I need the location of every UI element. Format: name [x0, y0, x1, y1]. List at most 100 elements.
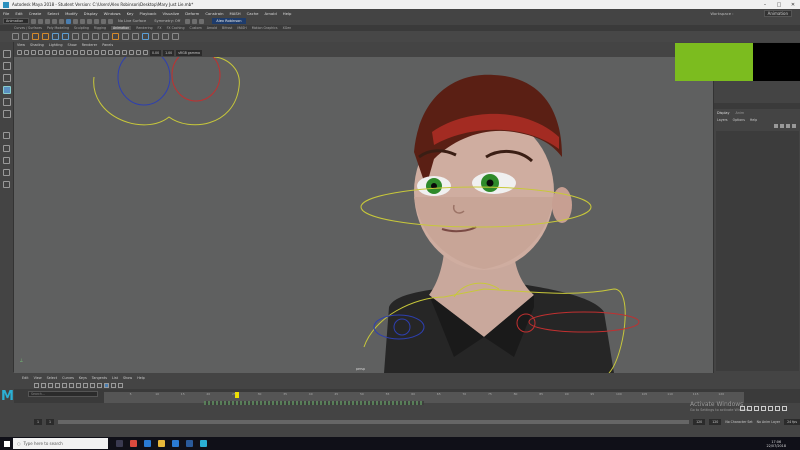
paint-select-icon[interactable] [3, 74, 11, 82]
layer-list[interactable] [716, 131, 799, 371]
cluster-icon[interactable] [72, 33, 79, 40]
flat-tangent-icon[interactable] [90, 382, 95, 388]
film-gate-icon[interactable] [52, 50, 57, 55]
menu-mash[interactable]: MASH [230, 11, 241, 16]
options-menu[interactable]: Options [733, 118, 745, 122]
help-menu[interactable]: Help [750, 118, 757, 122]
system-clock[interactable]: 17:06 22/07/2018 [766, 440, 786, 448]
layout-icon[interactable] [3, 157, 10, 164]
wireframe-on-shaded-icon[interactable] [101, 50, 106, 55]
shelf-tab[interactable]: Arnold [207, 26, 217, 30]
taskbar-search[interactable]: ○ Type here to search [13, 438, 108, 449]
snap-curve-icon[interactable] [94, 18, 99, 24]
menu-select[interactable]: Select [47, 11, 59, 16]
undo-icon[interactable] [52, 18, 57, 24]
step-back-frame-icon[interactable] [754, 406, 759, 411]
shelf-tab[interactable]: FX Caching [167, 26, 185, 30]
playback-start-field[interactable]: 1 [46, 419, 55, 425]
insert-key-icon[interactable] [41, 382, 46, 388]
ghost-icon[interactable] [132, 33, 139, 40]
workspace-dropdown[interactable]: Animation [763, 9, 792, 17]
joint-tool-icon[interactable] [62, 33, 69, 40]
menu-key[interactable]: Key [127, 11, 134, 16]
menu-constrain[interactable]: Constrain [205, 11, 223, 16]
snap-grid-icon[interactable] [87, 18, 92, 24]
playblast-icon[interactable] [142, 33, 149, 40]
time-editor-icon[interactable] [162, 33, 169, 40]
graph-menu-select[interactable]: Select [47, 376, 57, 380]
render-icon[interactable] [185, 18, 191, 24]
shelf-tab[interactable]: Bifrost [222, 26, 232, 30]
fps-dropdown[interactable]: 24 fps [784, 419, 800, 425]
menu-playback[interactable]: Playback [140, 11, 157, 16]
linear-tangent-icon[interactable] [83, 382, 88, 388]
smooth-shade-icon[interactable] [94, 50, 99, 55]
graph-menu-tangents[interactable]: Tangents [92, 376, 107, 380]
trail-icon[interactable] [122, 33, 129, 40]
resolution-gate-icon[interactable] [59, 50, 64, 55]
panel-menu-panels[interactable]: Panels [102, 43, 113, 47]
near-clip-field[interactable]: 0.00 [150, 49, 162, 56]
play-backwards-icon[interactable] [761, 406, 766, 411]
go-to-start-icon[interactable] [740, 406, 745, 411]
lights-icon[interactable] [115, 50, 120, 55]
graph-menu-curves[interactable]: Curves [62, 376, 74, 380]
time-slider-track[interactable]: 5 10 15 20 25 30 35 40 45 50 55 60 65 70 75 80 85 90 95 100… [104, 392, 744, 405]
graph-menu-list[interactable]: List [112, 376, 118, 380]
menu-modify[interactable]: Modify [65, 11, 78, 16]
select-object-icon[interactable] [73, 18, 78, 24]
shelf-tab[interactable]: MASH [237, 26, 246, 30]
start-button[interactable] [0, 437, 13, 450]
shelf-tab[interactable]: Rendering [136, 26, 152, 30]
shelf-tab[interactable]: Motion Graphics [252, 26, 278, 30]
isolate-select-icon[interactable] [143, 50, 148, 55]
edge-icon[interactable] [144, 440, 151, 447]
frame-all-icon[interactable] [55, 382, 60, 388]
shelf-tab[interactable]: Curves / Surfaces [14, 26, 42, 30]
graph-menu-help[interactable]: Help [137, 376, 145, 380]
symmetry-label[interactable]: Symmetry: Off [154, 19, 180, 23]
shelf-settings-icon[interactable] [12, 33, 19, 40]
panel-menu-renderer[interactable]: Renderer [82, 43, 97, 47]
buffer-curve-icon[interactable] [104, 382, 109, 388]
maximize-icon[interactable]: □ [772, 2, 786, 8]
select-tool-icon[interactable] [3, 50, 11, 58]
gate-mask-icon[interactable] [66, 50, 71, 55]
save-scene-icon[interactable] [45, 18, 50, 24]
menu-deform[interactable]: Deform [185, 11, 199, 16]
file-explorer-icon[interactable] [158, 440, 165, 447]
shelf-tab-animation[interactable]: Animation [110, 26, 132, 30]
character-set-dropdown[interactable]: No Character Set [725, 420, 752, 424]
wireframe-icon[interactable] [87, 50, 92, 55]
layer-up-icon[interactable] [774, 124, 778, 128]
timeline-search-field[interactable]: Search... [28, 391, 98, 397]
graph-menu-keys[interactable]: Keys [79, 376, 87, 380]
lattice-deform-icon[interactable] [48, 382, 53, 388]
ipr-icon[interactable] [192, 18, 198, 24]
constraint-icon[interactable] [172, 33, 179, 40]
step-forward-frame-icon[interactable] [775, 406, 780, 411]
unify-tangent-icon[interactable] [118, 382, 123, 388]
shadows-icon[interactable] [122, 50, 127, 55]
break-tangent-icon[interactable] [111, 382, 116, 388]
move-key-icon[interactable] [34, 382, 39, 388]
wrap-icon[interactable] [92, 33, 99, 40]
graph-menu-view[interactable]: View [34, 376, 42, 380]
new-layer-selected-icon[interactable] [792, 124, 796, 128]
ik-handle-icon[interactable] [52, 33, 59, 40]
xray-icon[interactable] [136, 50, 141, 55]
menu-edit[interactable]: Edit [15, 11, 22, 16]
play-forwards-icon[interactable] [768, 406, 773, 411]
shelf-tab[interactable]: Custom [189, 26, 201, 30]
new-scene-icon[interactable] [31, 18, 36, 24]
textured-icon[interactable] [108, 50, 113, 55]
motion-path-icon[interactable] [112, 33, 119, 40]
snap-point-icon[interactable] [101, 18, 106, 24]
camera-select-icon[interactable] [17, 50, 22, 55]
nonlinear-icon[interactable] [102, 33, 109, 40]
color-space-dropdown[interactable]: sRGB gamma [176, 49, 202, 56]
tab-anim[interactable]: Anim [736, 111, 745, 115]
go-to-end-icon[interactable] [782, 406, 787, 411]
menu-cache[interactable]: Cache [247, 11, 259, 16]
single-view-icon[interactable] [3, 132, 10, 139]
